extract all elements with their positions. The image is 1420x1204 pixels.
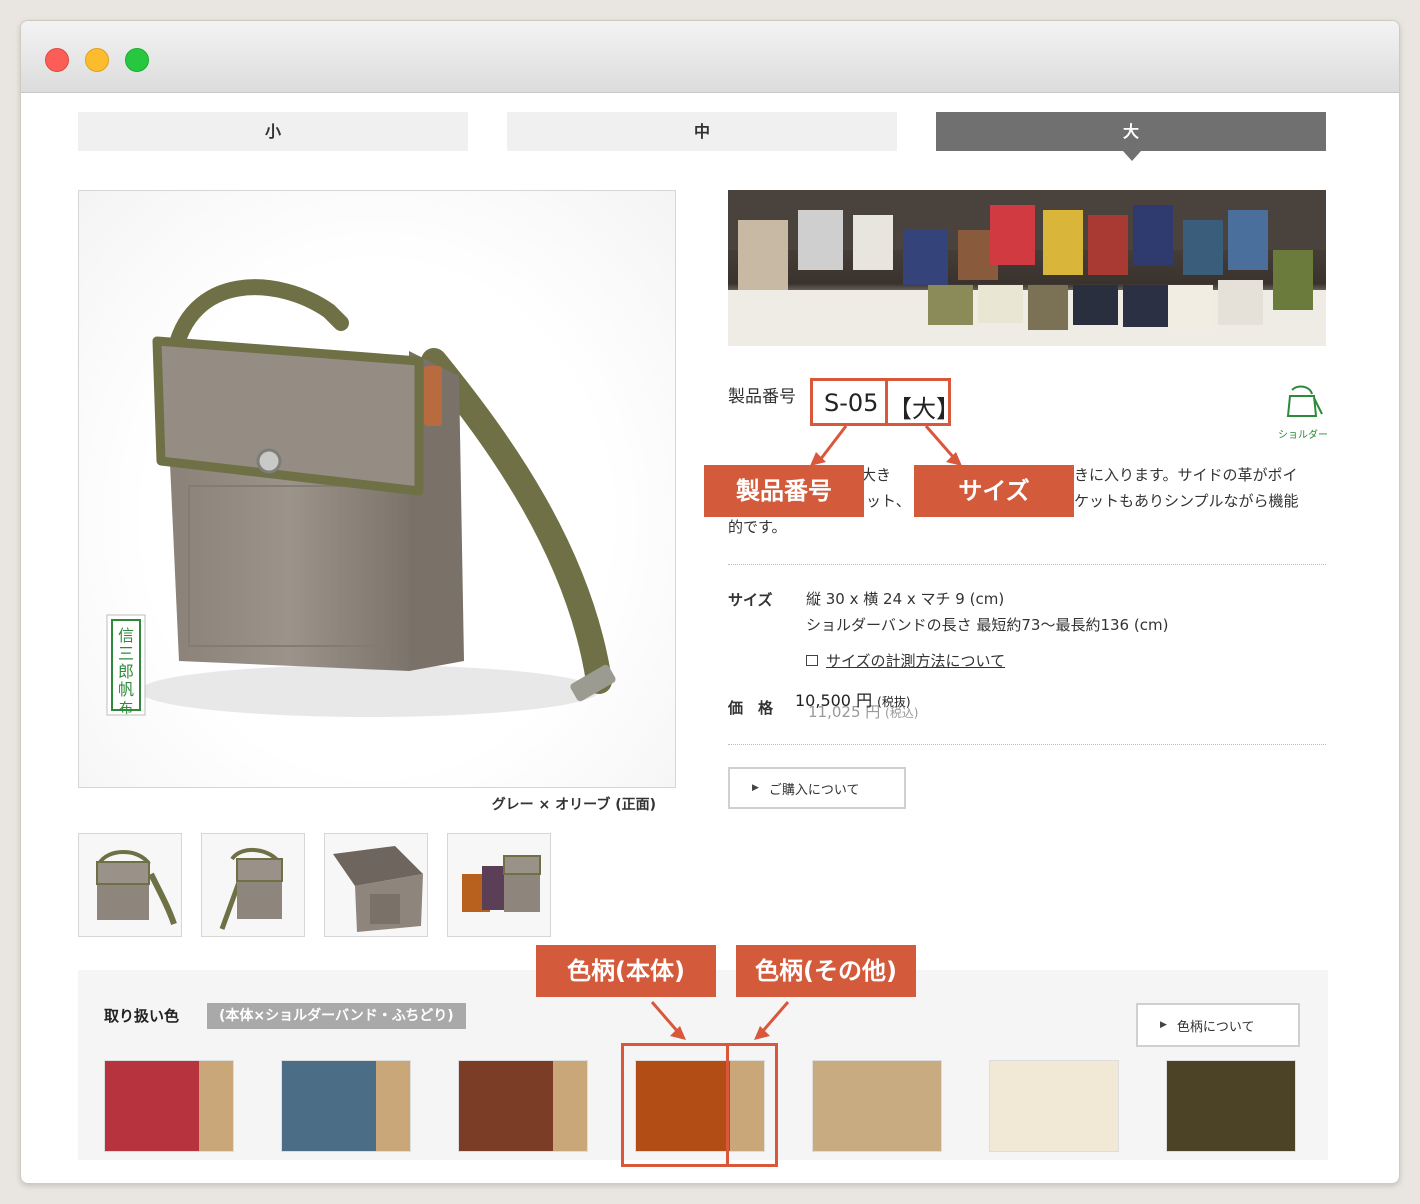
price-tax-excluded: 10,500 円 (税抜) <box>795 687 911 711</box>
thumbnail-open[interactable] <box>324 833 428 937</box>
price-tax-excluded-note: (税抜) <box>877 695 911 709</box>
colors-sub-label: (本体×ショルダーバンド・ふちどり) <box>207 1003 466 1029</box>
annotation-tag-product-number: 製品番号 <box>704 465 864 517</box>
swatch-body-color <box>282 1061 376 1151</box>
svg-text:郎: 郎 <box>118 662 134 681</box>
annotation-box-size <box>885 378 951 426</box>
play-triangle-icon: ▶ <box>1160 1020 1167 1030</box>
size-dimensions: 縦 30 x 横 24 x マチ 9 (cm) <box>806 590 1005 608</box>
shoulder-icon-label: ショルダー <box>1278 430 1328 441</box>
colors-label: 取り扱い色 <box>104 1007 180 1025</box>
size-label: サイズ <box>728 591 773 609</box>
svg-text:布: 布 <box>119 701 133 717</box>
product-main-image: 信 三 郎 帆 布 <box>78 190 676 788</box>
thumb-angle-image <box>219 847 283 930</box>
svg-text:帆: 帆 <box>118 680 134 699</box>
thumb-front-image <box>96 850 177 925</box>
description-line1-b: きに入ります。サイドの革がポイ <box>1074 466 1298 484</box>
bag-illustration: 信 三 郎 帆 布 <box>106 279 616 717</box>
color-swatch-beige[interactable] <box>812 1060 942 1152</box>
size-measure-link[interactable]: サイズの計測方法について <box>826 650 1005 671</box>
close-window-button[interactable] <box>45 48 69 72</box>
purchase-info-button[interactable]: ▶ ご購入について <box>728 767 906 809</box>
thumbnail-front[interactable] <box>78 833 182 937</box>
description-line3: 的です。 <box>728 518 787 536</box>
divider-1 <box>728 564 1326 565</box>
color-swatch-brown-beige[interactable] <box>458 1060 588 1152</box>
annotation-tag-color-other: 色柄(その他) <box>736 945 916 997</box>
annotation-box-color-body <box>621 1043 729 1167</box>
color-swatch-olive[interactable] <box>1166 1060 1296 1152</box>
product-number-label: 製品番号 <box>728 387 796 407</box>
description-line2-a: ット、 <box>866 492 911 510</box>
about-colors-label: 色柄について <box>1176 1019 1255 1035</box>
annotation-box-product-number <box>810 378 888 426</box>
size-measure-link-wrap[interactable]: サイズの計測方法について <box>806 650 1005 671</box>
external-window-icon <box>806 655 818 666</box>
about-colors-button[interactable]: ▶ 色柄について <box>1136 1003 1300 1047</box>
title-bar <box>21 21 1399 93</box>
thumbnail-colors[interactable] <box>447 833 551 937</box>
swatch-trim-color <box>553 1061 587 1151</box>
divider-2 <box>728 744 1326 745</box>
play-triangle-icon: ▶ <box>752 783 759 793</box>
active-tab-pointer <box>1123 151 1141 161</box>
swatch-trim-color <box>199 1061 233 1151</box>
annotation-tag-size: サイズ <box>914 465 1074 517</box>
price-value: 10,500 円 <box>795 691 873 710</box>
purchase-info-label: ご購入について <box>768 782 860 798</box>
swatch-body-color <box>459 1061 553 1151</box>
annotation-tag-color-body: 色柄(本体) <box>536 945 716 997</box>
color-swatch-blue-beige[interactable] <box>281 1060 411 1152</box>
color-swatch-cream[interactable] <box>989 1060 1119 1152</box>
swatch-body-color <box>105 1061 199 1151</box>
swatch-trim-color <box>376 1061 410 1151</box>
swatch-body-color <box>990 1061 1118 1151</box>
shop-banner-image <box>728 190 1326 346</box>
thumb-open-image <box>333 846 423 932</box>
zoom-window-button[interactable] <box>125 48 149 72</box>
product-image-caption: グレー × オリーブ (正面) <box>491 797 656 813</box>
swatch-body-color <box>1167 1061 1295 1151</box>
price-label: 価 格 <box>728 699 774 717</box>
tab-medium[interactable]: 中 <box>507 112 897 151</box>
minimize-window-button[interactable] <box>85 48 109 72</box>
annotation-box-color-other <box>726 1043 778 1167</box>
svg-text:三: 三 <box>118 644 134 663</box>
shoulder-band-length: ショルダーバンドの長さ 最短約73〜最長約136 (cm) <box>806 616 1169 634</box>
description-line2-b: ケットもありシンプルながら機能 <box>1074 492 1299 510</box>
svg-text:信: 信 <box>118 626 134 645</box>
annotation-arrows-bottom <box>650 1001 790 1040</box>
thumbnail-angle[interactable] <box>201 833 305 937</box>
banner-bags-illustration <box>728 190 1326 346</box>
tab-small[interactable]: 小 <box>78 112 468 151</box>
shoulder-bag-icon: ショルダー <box>1276 384 1330 441</box>
color-swatch-red-beige[interactable] <box>104 1060 234 1152</box>
tab-large[interactable]: 大 <box>936 112 1326 151</box>
thumb-colors-image <box>462 855 541 912</box>
swatch-body-color <box>813 1061 941 1151</box>
